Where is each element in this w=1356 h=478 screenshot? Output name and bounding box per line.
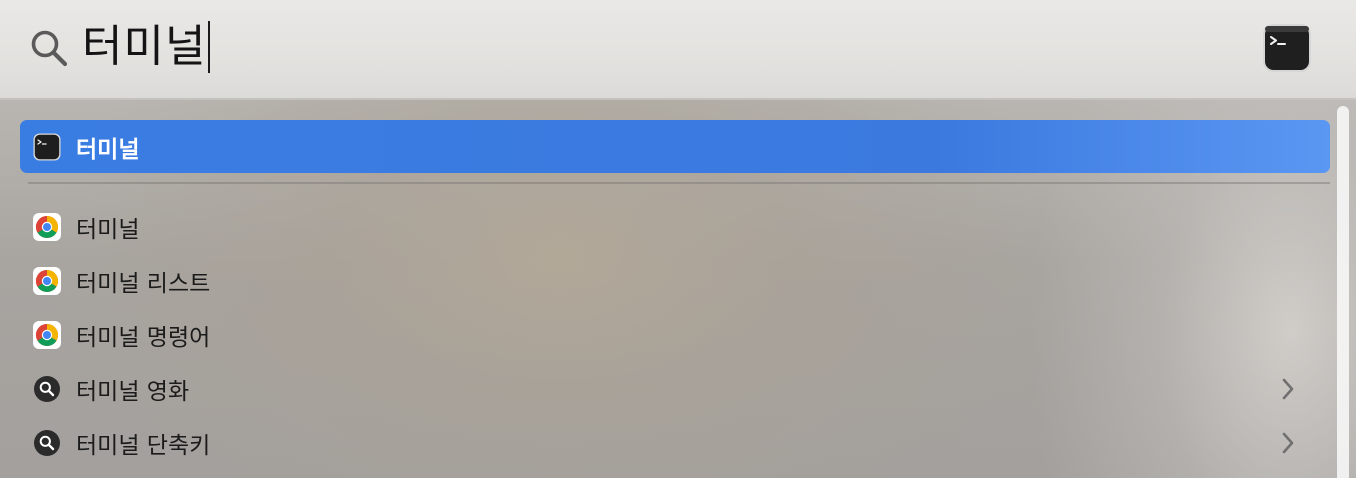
list-item-label: 터미널 영화 <box>76 378 190 405</box>
top-hit-label: 터미널 <box>76 136 140 163</box>
search-query-text: 터미널 <box>82 21 207 72</box>
terminal-app-icon <box>33 133 61 161</box>
search-suggestion-icon <box>33 375 61 403</box>
search-bar[interactable]: 터미널 <box>0 0 1356 98</box>
section-divider <box>28 182 1330 184</box>
chrome-icon <box>33 212 61 241</box>
list-item[interactable]: 터미널 영화 <box>20 362 1330 415</box>
list-item-label: 터미널 단축키 <box>76 432 211 459</box>
text-caret <box>208 21 211 73</box>
list-item-label: 터미널 <box>76 216 140 243</box>
search-icon <box>31 30 68 67</box>
top-hit-row[interactable]: 터미널 <box>20 120 1330 173</box>
list-item[interactable]: 터미널 명령어 <box>20 308 1330 361</box>
chevron-right-icon <box>1282 432 1294 453</box>
chevron-right-icon <box>1282 378 1294 399</box>
list-item-label: 터미널 명령어 <box>76 324 211 351</box>
spotlight-window: 터미널 터미널 터미널 터미널 리스트 터미널 명령어 터미널 영화 터미널 단… <box>0 0 1356 478</box>
list-item[interactable]: 터미널 리스트 <box>20 254 1330 307</box>
chrome-icon <box>33 320 61 349</box>
list-item[interactable]: 터미널 단축키 <box>20 416 1330 469</box>
results-list: 터미널 터미널 터미널 리스트 터미널 명령어 터미널 영화 터미널 단축키 <box>0 100 1356 478</box>
list-item-label: 터미널 리스트 <box>76 270 211 297</box>
chrome-icon <box>33 266 61 295</box>
list-item[interactable]: 터미널 <box>20 200 1330 253</box>
scrollbar[interactable] <box>1337 106 1349 478</box>
search-input[interactable]: 터미널 <box>82 14 211 80</box>
terminal-app-icon <box>1263 24 1311 72</box>
search-suggestion-icon <box>33 429 61 457</box>
